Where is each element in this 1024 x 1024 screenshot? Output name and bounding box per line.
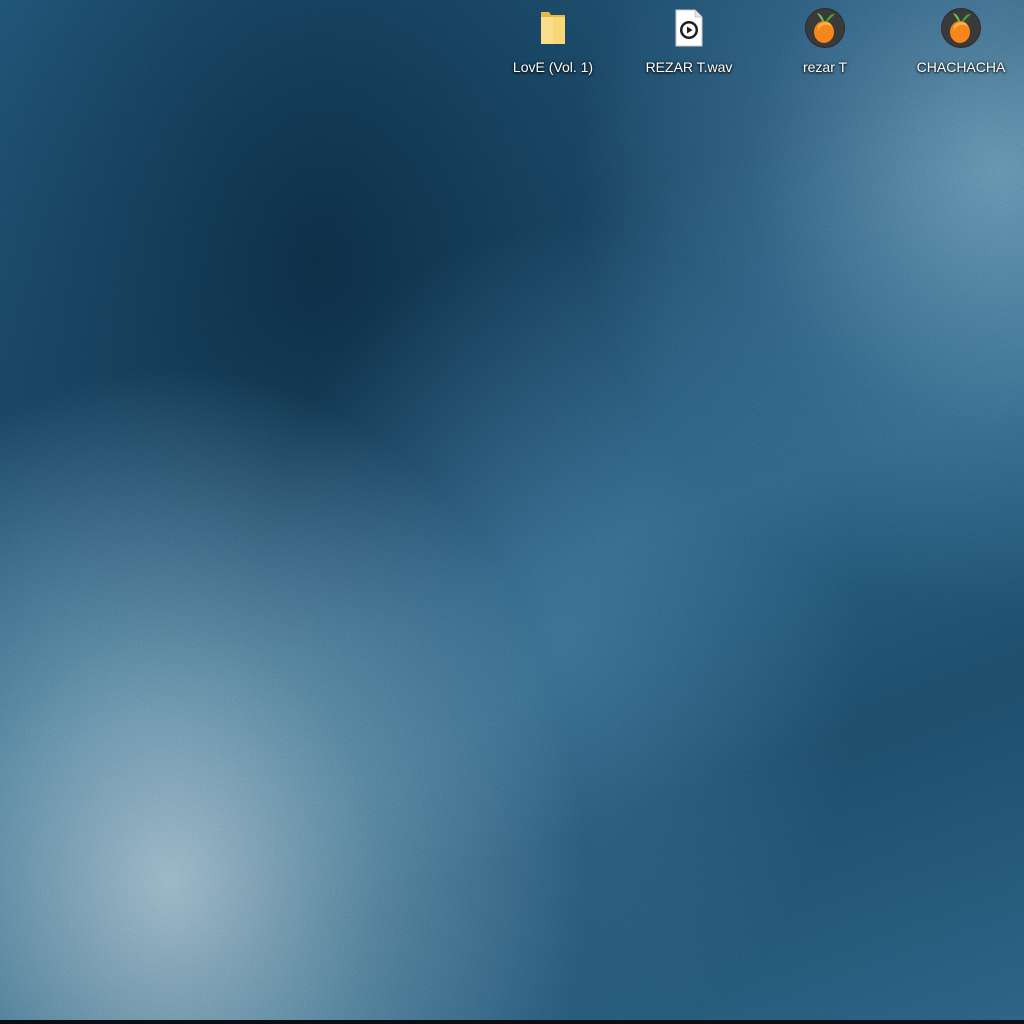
desktop-icon-love-vol1[interactable]: LovE (Vol. 1) — [493, 6, 613, 82]
wallpaper-texture — [0, 0, 1024, 1020]
icon-label: CHACHACHA — [916, 59, 1006, 75]
fl-studio-icon — [803, 6, 847, 50]
icon-label: REZAR T.wav — [645, 59, 733, 75]
icon-label: LovE (Vol. 1) — [512, 59, 594, 75]
desktop-icon-rezar-t-wav[interactable]: REZAR T.wav — [629, 6, 749, 82]
desktop-icon-chachacha[interactable]: CHACHACHA — [901, 6, 1021, 82]
folder-icon — [531, 6, 575, 50]
desktop-icon-rezar-t[interactable]: rezar T — [765, 6, 885, 82]
screen-bottom-edge — [0, 1020, 1024, 1024]
fl-studio-icon — [939, 6, 983, 50]
icon-label: rezar T — [802, 59, 848, 75]
audio-file-icon — [667, 6, 711, 50]
